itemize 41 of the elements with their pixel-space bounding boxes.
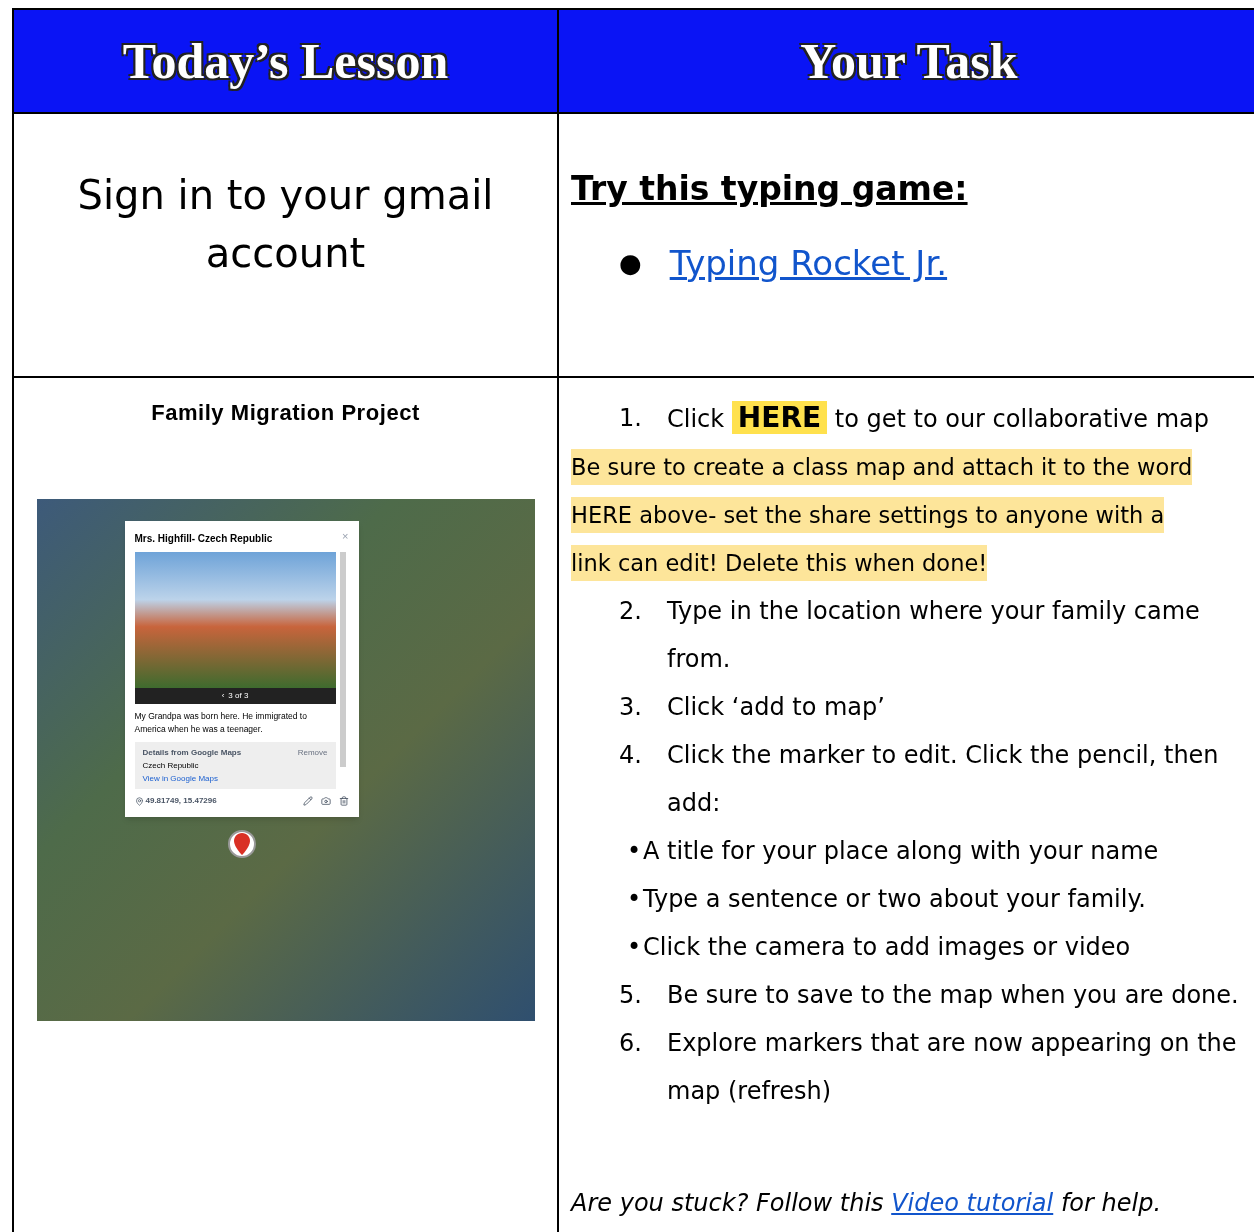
step-number: 4. [619,740,643,771]
pin-icon [134,796,144,806]
header-title: Today’s Lesson [122,31,449,91]
step-number: 3. [619,692,643,723]
photo-counter: 3 of 3 [228,690,249,702]
step-number: 6. [619,1028,643,1059]
step-text: Type in the location where your family came from. [667,596,1201,675]
pencil-icon[interactable] [302,796,313,806]
step-number: 5. [619,980,643,1011]
step-number: 2. [619,596,643,627]
step-text: Click the marker to edit. Click the pencil, then add: [667,740,1220,819]
task-heading: Try this typing game: [571,168,969,210]
place-name: Czech Republic [142,760,200,772]
step-text: Explore markers that are now appearing on the map (refresh) [667,1028,1238,1107]
bullet-mark: • [627,884,643,915]
step-text: Click ‘add to map’ [667,692,886,723]
remove-link[interactable]: Remove [297,746,328,759]
bullet-mark: • [627,932,643,963]
maps-link[interactable]: View in Google Maps [142,772,328,785]
details-title: Details from Google Maps [142,747,242,759]
trash-icon[interactable] [338,796,349,806]
video-tutorial-link[interactable]: Video tutorial [891,1189,1054,1217]
popup-description: My Grandpa was born here. He immigrated to America when he was a teenager. [134,710,308,736]
here-link[interactable]: HERE [731,401,828,434]
bullet-mark: ● [619,246,642,280]
typing-game-link[interactable]: Typing Rocket Jr. [669,237,948,289]
header-title: Your Task [800,31,1018,91]
previous-photo-arrow[interactable]: ‹ [221,690,225,702]
bullet-text: Click the camera to add images or video [643,932,1131,963]
bullet-mark: • [627,836,643,867]
project-title: Family Migration Project [151,399,420,427]
step-number: 1. [619,403,643,434]
bullet-text: Type a sentence or two about your family. [643,884,1146,915]
camera-icon[interactable] [320,796,331,806]
lesson-text: Sign in to your gmail account [76,171,495,278]
popup-title: Mrs. Highfill- Czech Republic [134,532,273,546]
step-text: Be sure to save to the map when you are done. [667,980,1240,1011]
bullet-text: A title for your place along with your name [643,836,1159,867]
step-text: Click HERE to get to our collaborative map [667,400,1210,436]
coordinates: 49.81749, 15.47296 [145,795,217,807]
help-text: Are you stuck? Follow this Video tutorial for help. [571,1188,1162,1219]
